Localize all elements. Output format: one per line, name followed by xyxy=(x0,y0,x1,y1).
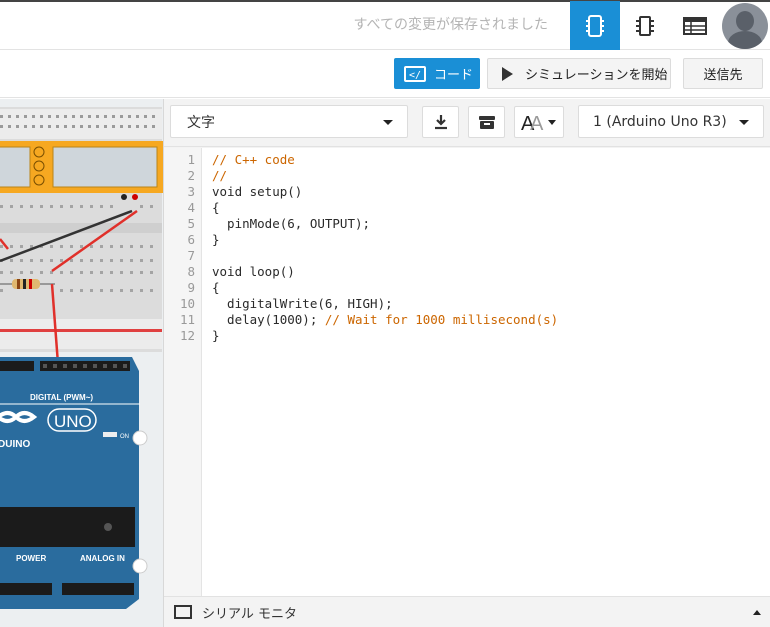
code-line: void setup() xyxy=(212,184,303,199)
list-view-icon xyxy=(683,17,707,35)
line-number-gutter: 1 2 3 4 5 6 7 8 9 10 11 12 xyxy=(164,148,202,596)
code-line: } xyxy=(212,328,220,343)
list-view-button[interactable] xyxy=(670,1,720,51)
circuit-canvas[interactable]: DIGITAL (PWM~) UNO DUINO ON POWER ANALOG… xyxy=(0,99,163,627)
top-bar: すべての変更が保存されました xyxy=(0,0,770,51)
svg-text:A: A xyxy=(530,113,544,134)
line-number: 9 xyxy=(187,280,195,295)
line-number: 4 xyxy=(187,200,195,215)
code-editor[interactable]: 1 2 3 4 5 6 7 8 9 10 11 12 // C++ code /… xyxy=(164,148,770,596)
code-line: // C++ code xyxy=(212,152,295,167)
chevron-down-icon xyxy=(383,120,393,125)
atmega-chip xyxy=(0,507,135,547)
component-view-button[interactable] xyxy=(620,1,670,51)
line-number: 10 xyxy=(179,296,195,311)
code-line: { xyxy=(212,200,220,215)
chevron-down-icon xyxy=(739,120,749,125)
component-view-icon xyxy=(636,16,654,36)
device-select[interactable]: 1 (Arduino Uno R3) xyxy=(578,105,764,138)
user-avatar[interactable] xyxy=(722,3,768,49)
editor-mode-value: 文字 xyxy=(187,114,215,131)
digital-label: DIGITAL (PWM~) xyxy=(30,393,93,402)
code-line: delay(1000); // Wait for 1000 millisecon… xyxy=(212,312,559,327)
send-to-label: 送信先 xyxy=(703,68,743,83)
code-panel: 文字 A A 1 (Arduino Uno R3) 1 2 3 4 5 6 7 … xyxy=(163,99,770,627)
code-icon: </ xyxy=(404,65,426,82)
download-icon xyxy=(434,115,447,130)
svg-text:</: </ xyxy=(409,70,421,80)
code-view-icon xyxy=(586,15,604,37)
serial-monitor-icon xyxy=(174,605,192,619)
play-icon xyxy=(502,66,513,81)
code-line: } xyxy=(212,232,220,247)
library-box-icon xyxy=(478,116,495,129)
code-view-button[interactable] xyxy=(570,1,620,51)
font-size-icon: A A xyxy=(521,113,556,134)
line-number: 5 xyxy=(187,216,195,231)
line-number: 7 xyxy=(187,248,195,263)
line-number: 2 xyxy=(187,168,195,183)
serial-monitor-label: シリアル モニタ xyxy=(202,606,298,622)
avatar-body xyxy=(728,31,762,49)
code-line: digitalWrite(6, HIGH); xyxy=(212,296,393,311)
chevron-up-icon[interactable] xyxy=(753,610,761,615)
serial-monitor-bar[interactable]: シリアル モニタ xyxy=(164,596,770,627)
device-select-value: 1 (Arduino Uno R3) xyxy=(593,113,727,130)
line-number: 6 xyxy=(187,232,195,247)
uno-label: UNO xyxy=(54,412,92,431)
power-label: POWER xyxy=(16,554,46,563)
on-label: ON xyxy=(120,434,129,440)
analog-label: ANALOG IN xyxy=(80,554,125,563)
start-simulation-label: シミュレーションを開始 xyxy=(525,68,668,83)
arduino-brand-label: DUINO xyxy=(0,439,30,450)
download-button[interactable] xyxy=(422,106,459,138)
code-button[interactable]: </ コード xyxy=(394,58,480,89)
avatar-head xyxy=(736,11,754,31)
code-text-area[interactable]: // C++ code // void setup() { pinMode(6,… xyxy=(202,148,770,596)
code-toolbar: 文字 A A 1 (Arduino Uno R3) xyxy=(164,99,770,147)
code-line: void loop() xyxy=(212,264,295,279)
send-to-button[interactable]: 送信先 xyxy=(683,58,763,89)
line-number: 11 xyxy=(179,312,195,327)
code-button-label: コード xyxy=(434,68,474,83)
code-line: { xyxy=(212,280,220,295)
line-number: 12 xyxy=(179,328,195,343)
editor-mode-select[interactable]: 文字 xyxy=(170,105,408,138)
font-size-button[interactable]: A A xyxy=(514,106,564,138)
circuit-drawing: DIGITAL (PWM~) UNO DUINO ON POWER ANALOG… xyxy=(0,107,163,609)
library-button[interactable] xyxy=(468,106,505,138)
line-number: 3 xyxy=(187,184,195,199)
start-simulation-button[interactable]: シミュレーションを開始 xyxy=(487,58,671,89)
save-status: すべての変更が保存されました xyxy=(353,17,548,33)
line-number: 1 xyxy=(187,152,195,167)
code-line: // xyxy=(212,168,228,183)
code-line: pinMode(6, OUTPUT); xyxy=(212,216,371,231)
app-root: すべての変更が保存されました </ コード シミュレーションを開始 送信先 DI… xyxy=(0,0,770,627)
line-number: 8 xyxy=(187,264,195,279)
